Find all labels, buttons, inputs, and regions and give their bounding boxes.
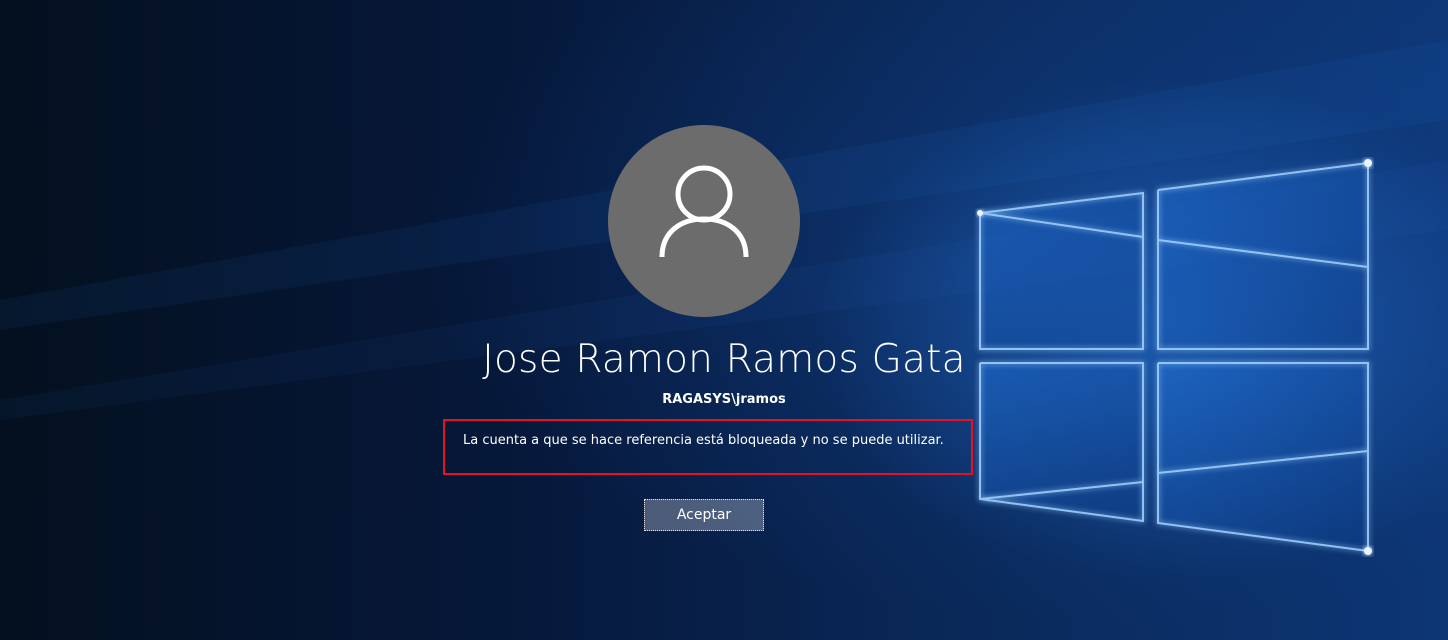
user-account: RAGASYS\jramos	[662, 392, 786, 407]
lock-screen: Jose Ramon Ramos Gata RAGASYS\jramos La …	[0, 0, 1448, 640]
error-message: La cuenta a que se hace referencia está …	[463, 433, 944, 448]
user-icon	[659, 165, 749, 258]
ok-button[interactable]: Aceptar	[644, 499, 764, 531]
error-message-highlight: La cuenta a que se hace referencia está …	[443, 419, 973, 475]
user-avatar	[608, 125, 800, 317]
user-name: Jose Ramon Ramos Gata	[482, 337, 966, 382]
windows-logo-background	[0, 40, 1448, 555]
